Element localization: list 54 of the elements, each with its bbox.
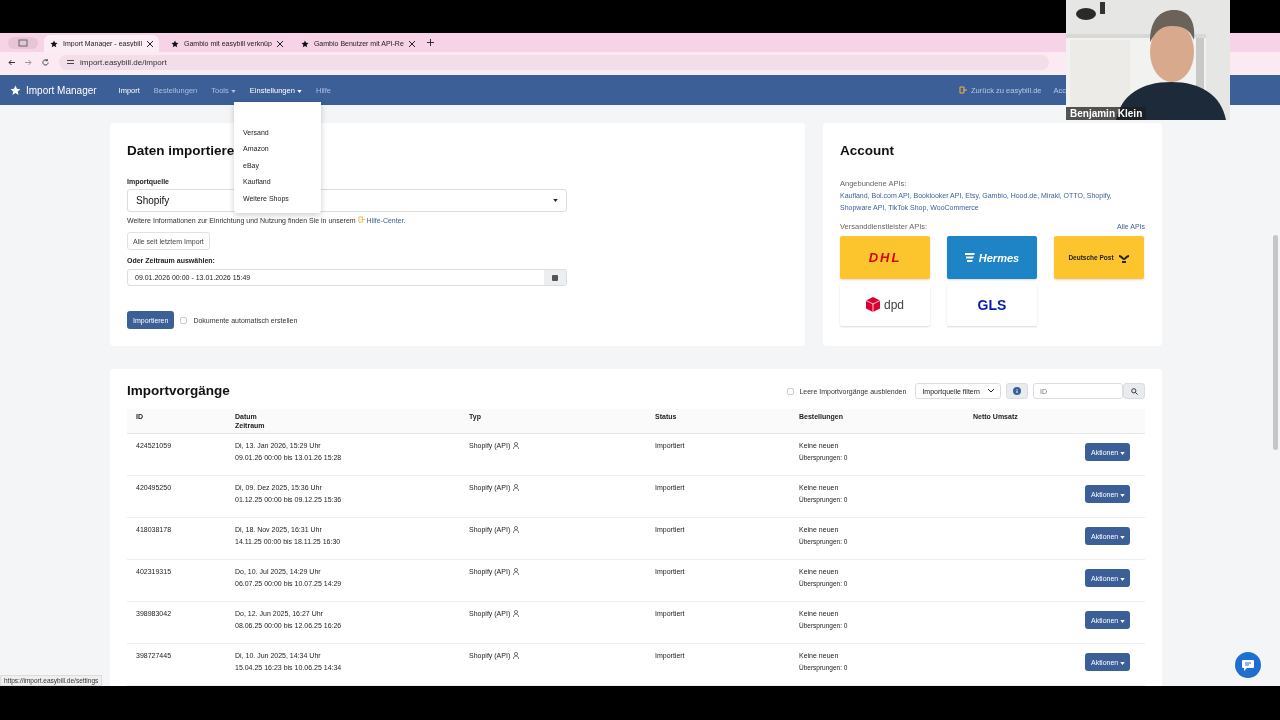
chat-icon — [1242, 659, 1254, 671]
lines-icon — [964, 253, 975, 262]
back-icon[interactable] — [8, 58, 15, 66]
caret-icon — [1120, 493, 1126, 497]
checkbox[interactable] — [787, 387, 795, 395]
participant-name: Benjamin Klein — [1066, 107, 1147, 120]
carrier-logo[interactable]: Hermes — [947, 236, 1037, 279]
info-icon — [1013, 387, 1021, 395]
star-icon — [10, 84, 21, 96]
carrier-logo[interactable]: dpd — [840, 283, 930, 326]
caret-icon — [297, 89, 302, 93]
user-icon — [513, 652, 520, 659]
caret-icon — [1120, 451, 1126, 455]
site-settings-icon — [67, 59, 74, 65]
carrier-name: GLS — [977, 296, 1007, 313]
caret-icon — [1120, 661, 1126, 665]
caret-icon — [1120, 535, 1126, 539]
carrier-name: DHL — [868, 250, 902, 265]
carrier-name: dpd — [884, 297, 904, 312]
calendar-icon — [552, 274, 558, 281]
post-horn-icon — [1117, 252, 1130, 263]
exit-icon — [959, 86, 968, 94]
chevron-icon — [988, 389, 994, 393]
checkbox[interactable] — [180, 316, 188, 324]
card-title: Importvorgänge — [127, 383, 230, 398]
user-icon — [513, 568, 520, 575]
caret-icon — [230, 89, 236, 93]
close-icon[interactable] — [276, 40, 283, 47]
info-button[interactable] — [1006, 383, 1028, 399]
card-title: Daten importiere — [127, 143, 235, 158]
star-icon — [300, 39, 309, 48]
new-tab-icon[interactable] — [426, 39, 434, 46]
caret-icon — [553, 199, 558, 202]
carrier-name: Hermes — [978, 251, 1020, 264]
scrollbar[interactable] — [1273, 235, 1278, 450]
exit-icon — [357, 216, 365, 223]
app-brand[interactable]: Import Manager — [26, 84, 97, 96]
user-icon — [513, 526, 520, 533]
search-icon — [1130, 387, 1138, 395]
user-icon — [513, 610, 520, 617]
caret-icon — [1120, 577, 1126, 581]
address-bar[interactable]: import.easybill.de/import — [59, 54, 1049, 70]
card-title: Account — [840, 143, 894, 158]
user-icon — [513, 484, 520, 491]
cube-icon — [866, 297, 880, 312]
carrier-logo[interactable]: GLS — [947, 283, 1037, 326]
search-button[interactable] — [1123, 383, 1145, 399]
caret-icon — [1120, 619, 1126, 623]
close-icon[interactable] — [408, 40, 415, 47]
close-icon[interactable] — [147, 40, 153, 47]
user-icon — [513, 442, 520, 449]
star-icon — [171, 39, 179, 48]
star-icon — [50, 39, 58, 48]
reload-icon[interactable] — [42, 58, 49, 66]
